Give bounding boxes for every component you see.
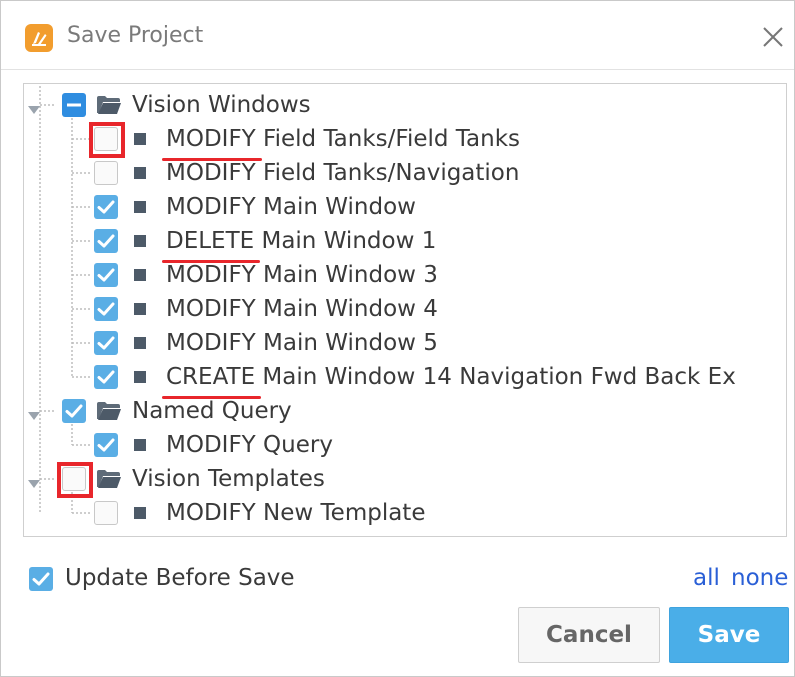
tree-item-row: MODIFY New Template <box>24 496 764 530</box>
change-action: MODIFY <box>166 500 256 526</box>
item-checkbox[interactable] <box>94 161 118 185</box>
tree-item-row: MODIFY Main Window 3 <box>24 258 764 292</box>
tree-group-row: Vision Templates <box>24 462 764 498</box>
save-project-dialog: Save Project Vision Windows MODIFY Field … <box>0 0 795 677</box>
item-checkbox[interactable] <box>94 195 118 219</box>
folder-icon <box>96 400 122 422</box>
item-label: MODIFY Field Tanks/Navigation <box>166 158 519 188</box>
item-checkbox[interactable] <box>94 433 118 457</box>
group-label: Vision Templates <box>132 466 325 492</box>
expand-toggle-icon[interactable] <box>28 474 40 488</box>
item-checkbox[interactable] <box>94 297 118 321</box>
close-icon[interactable] <box>757 21 789 53</box>
window-title: Save Project <box>67 23 204 48</box>
resource-icon <box>134 167 146 179</box>
resource-icon <box>134 337 146 349</box>
expand-toggle-icon[interactable] <box>28 406 40 420</box>
item-label: MODIFY Main Window 4 <box>166 294 438 324</box>
change-action: MODIFY <box>166 194 256 220</box>
resource-name: Field Tanks/Navigation <box>255 160 520 186</box>
item-checkbox[interactable] <box>94 229 118 253</box>
resource-icon <box>134 201 146 213</box>
highlight-box <box>57 462 93 498</box>
select-all-link[interactable]: all <box>693 562 720 594</box>
resource-icon <box>134 133 146 145</box>
resource-icon <box>134 269 146 281</box>
item-checkbox[interactable] <box>94 365 118 389</box>
cancel-button[interactable]: Cancel <box>518 607 660 663</box>
tree-group-row: Named Query <box>24 394 764 428</box>
resource-name: Main Window 1 <box>254 228 437 254</box>
resource-name: Main Window 5 <box>255 330 438 356</box>
tree-item-row: MODIFY Main Window 5 <box>24 326 764 360</box>
item-label: MODIFY Field Tanks/Field Tanks <box>162 124 521 161</box>
item-label: DELETE Main Window 1 <box>161 226 437 263</box>
item-checkbox[interactable] <box>94 331 118 355</box>
resource-icon <box>134 439 146 451</box>
tree-item-row: DELETE Main Window 1 <box>24 224 764 263</box>
resource-name: Main Window <box>255 194 416 220</box>
tree-item-row: MODIFY Field Tanks/Field Tanks <box>24 122 764 161</box>
tree-item-row: MODIFY Query <box>24 428 764 462</box>
highlight-box <box>89 122 125 158</box>
expand-toggle-icon[interactable] <box>28 100 40 114</box>
save-button[interactable]: Save <box>669 607 789 663</box>
resource-name: New Template <box>255 500 426 526</box>
resource-name: Query <box>255 432 333 458</box>
tree-group-row: Vision Windows <box>24 88 764 122</box>
resource-name: Main Window 4 <box>255 296 438 322</box>
tree-item-row: MODIFY Main Window 4 <box>24 292 764 326</box>
folder-icon <box>96 468 122 490</box>
title-bar: Save Project <box>1 1 794 70</box>
group-checkbox[interactable] <box>62 93 86 117</box>
resource-icon <box>134 303 146 315</box>
item-label: MODIFY Main Window 5 <box>166 328 438 358</box>
tree-item-row: CREATE Main Window 14 Navigation Fwd Bac… <box>24 360 764 399</box>
resource-icon <box>134 507 146 519</box>
resource-name: Field Tanks/Field Tanks <box>255 126 521 152</box>
group-checkbox[interactable] <box>57 462 93 498</box>
project-changes-tree: Vision Windows MODIFY Field Tanks/Field T… <box>23 83 787 537</box>
change-action: MODIFY <box>166 432 256 458</box>
group-label: Vision Windows <box>132 92 311 118</box>
change-action: MODIFY <box>166 262 256 288</box>
group-label: Named Query <box>132 398 292 424</box>
resource-icon <box>134 371 146 383</box>
folder-icon <box>96 94 122 116</box>
tree-item-row: MODIFY Field Tanks/Navigation <box>24 156 764 190</box>
item-label: MODIFY Query <box>166 430 333 460</box>
change-action: CREATE <box>161 364 262 399</box>
change-action: MODIFY <box>166 160 256 186</box>
change-action: MODIFY <box>166 330 256 356</box>
resource-name: Main Window 3 <box>255 262 438 288</box>
resource-name: Main Window 14 Navigation Fwd Back Ex <box>255 364 736 390</box>
change-action: MODIFY <box>166 296 256 322</box>
item-checkbox[interactable] <box>94 263 118 287</box>
change-action: MODIFY <box>162 126 262 161</box>
resource-icon <box>134 235 146 247</box>
change-action: DELETE <box>161 228 261 263</box>
update-before-save-checkbox[interactable] <box>29 567 53 591</box>
item-label: MODIFY Main Window <box>166 192 416 222</box>
select-none-link[interactable]: none <box>731 562 788 594</box>
item-label: CREATE Main Window 14 Navigation Fwd Bac… <box>161 362 736 399</box>
ignition-designer-icon <box>25 24 53 52</box>
tree-item-row: MODIFY Main Window <box>24 190 764 224</box>
item-label: MODIFY Main Window 3 <box>166 260 438 290</box>
update-before-save-label: Update Before Save <box>65 565 295 591</box>
item-checkbox[interactable] <box>94 501 118 525</box>
group-checkbox[interactable] <box>62 399 86 423</box>
item-checkbox[interactable] <box>89 122 125 158</box>
item-label: MODIFY New Template <box>166 498 425 528</box>
